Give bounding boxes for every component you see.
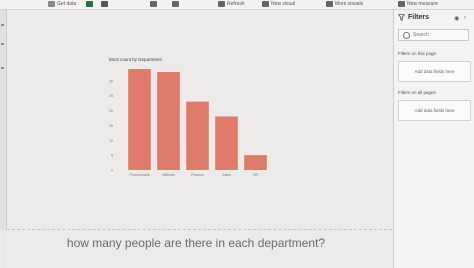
excel-icon [86, 1, 93, 7]
bar[interactable] [157, 71, 180, 170]
bar-chart-visual[interactable]: Most count by Department 0 5 10 15 20 25 30 Pro… [104, 54, 276, 180]
x-tick-label: Finance [191, 173, 204, 177]
y-tick-label: 15 [109, 124, 113, 128]
filters-header: Filters [398, 14, 429, 21]
new-measure-button[interactable]: New measure [398, 1, 438, 7]
filters-all-pages-dropzone[interactable]: Add data fields here [398, 100, 471, 121]
bar[interactable] [244, 155, 267, 170]
x-tick-label: Procurement [129, 173, 149, 177]
bar[interactable] [215, 116, 238, 170]
bar[interactable] [186, 101, 209, 170]
y-tick-label: 20 [109, 109, 113, 113]
eye-icon[interactable]: ◉ [454, 15, 459, 22]
model-view-icon[interactable] [1, 67, 4, 69]
new-visual-label: New visual [271, 1, 296, 7]
filter-search-input[interactable]: Search [398, 29, 469, 41]
filters-on-page-label: Filters on this page [398, 51, 437, 56]
refresh-button[interactable]: Refresh [218, 1, 245, 7]
new-visual-button[interactable]: New visual [262, 1, 295, 7]
x-tick-label: HR [253, 173, 259, 177]
bar[interactable] [128, 68, 151, 170]
table-view-icon[interactable] [1, 43, 4, 45]
y-tick-label: 25 [109, 94, 113, 98]
more-visuals-button[interactable]: More visuals [326, 1, 363, 7]
search-placeholder: Search [413, 32, 429, 38]
x-tick-label: Website [162, 173, 175, 177]
view-rail [0, 10, 7, 230]
more-visuals-label: More visuals [335, 1, 364, 7]
transform-icon [172, 1, 179, 7]
chart-icon [262, 1, 269, 7]
get-data-button[interactable]: Get data [48, 1, 76, 7]
chart-plot: 0 5 10 15 20 25 30 Procurement Website Finance Sal… [109, 68, 267, 177]
dataverse-button[interactable] [101, 1, 110, 7]
grid-icon [326, 1, 333, 7]
chevron-right-icon[interactable]: › [464, 15, 466, 21]
filters-all-pages-label: Filters on all pages [398, 90, 436, 95]
database-icon [48, 1, 55, 7]
qa-question-text[interactable]: how many people are there in each depart… [0, 236, 392, 250]
funnel-icon [398, 14, 405, 21]
filters-on-page-dropzone[interactable]: Add data fields here [398, 61, 471, 82]
y-tick-label: 10 [109, 139, 113, 143]
filters-title: Filters [408, 14, 430, 21]
transform-button[interactable] [172, 1, 181, 7]
new-measure-label: New measure [407, 1, 438, 7]
y-tick-label: 30 [109, 79, 113, 83]
table-button[interactable] [150, 1, 159, 7]
y-tick-label: 0 [111, 169, 113, 173]
filters-pane: Filters ◉ › Search Filters on this page … [393, 10, 474, 268]
calculator-icon [398, 1, 405, 7]
dataverse-icon [101, 1, 108, 7]
table-icon [150, 1, 157, 7]
refresh-label: Refresh [227, 1, 245, 7]
search-icon [403, 31, 410, 39]
y-tick-label: 5 [111, 154, 113, 158]
report-view-icon[interactable] [1, 24, 4, 26]
page-boundary-line [7, 229, 392, 230]
ribbon-toolbar: Get data Refresh New visual More visuals… [0, 0, 474, 10]
x-tick-label: Sales [222, 173, 231, 177]
get-data-label: Get data [57, 1, 77, 7]
refresh-icon [218, 1, 225, 7]
excel-button[interactable] [86, 1, 95, 7]
